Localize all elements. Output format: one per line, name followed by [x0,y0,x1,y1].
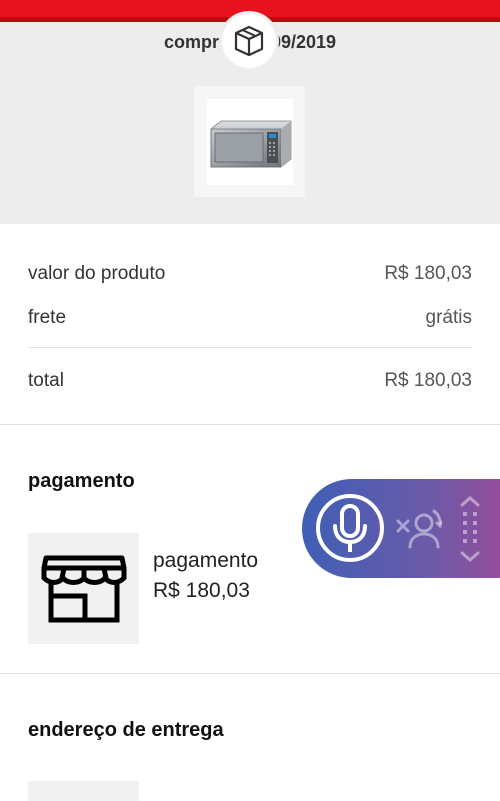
product-value-label: valor do produto [28,263,166,284]
summary-divider [28,347,472,348]
microphone-icon [316,494,384,562]
product-thumbnail[interactable] [194,86,305,197]
shipping-value: grátis [425,307,472,328]
hide-assistant-icon [396,509,444,549]
storefront-icon [28,533,139,644]
total-label: total [28,370,64,391]
total-amount: R$ 180,03 [384,370,472,391]
product-value-amount: R$ 180,03 [384,263,472,284]
payment-method-amount: R$ 180,03 [153,579,250,602]
voice-assistant-widget[interactable] [302,479,500,578]
payment-method-name: pagamento [153,549,259,572]
delivery-icon-tile [28,781,139,801]
microwave-oven-image [207,99,293,185]
section-divider [0,424,500,425]
drag-handle[interactable] [458,495,482,563]
delivery-section-title: endereço de entrega [28,719,224,741]
shipping-label: frete [28,307,67,328]
package-box-icon [222,14,276,68]
section-divider [0,673,500,674]
order-header: comprado 0/09/2019 [0,14,500,224]
drag-handle-icon [460,496,480,562]
payment-section-title: pagamento [28,470,135,492]
hide-assistant-button[interactable] [396,507,444,551]
microphone-button[interactable] [314,492,386,564]
